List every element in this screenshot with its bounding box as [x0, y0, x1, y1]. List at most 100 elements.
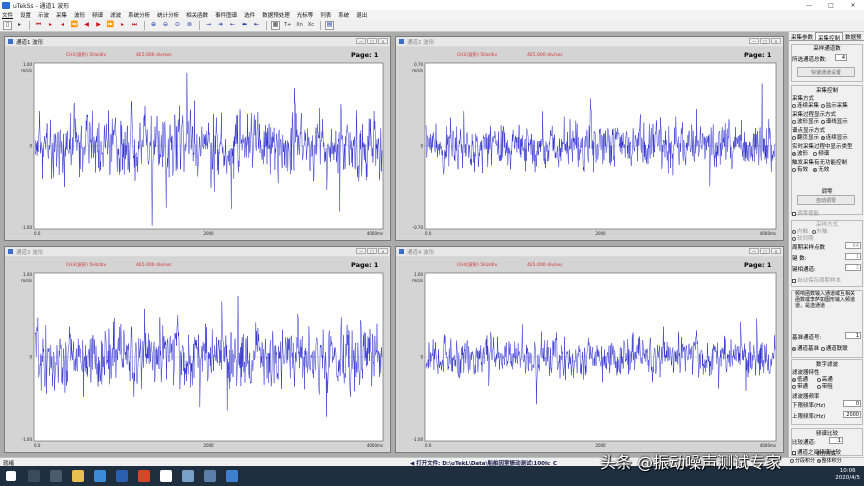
- zoom-fit-icon[interactable]: ⊙: [173, 21, 182, 30]
- wave-window-ch4[interactable]: 通道4 波形 — □ × CH4(波形) 5Hz/div 4E5.000 div/se…: [395, 246, 784, 453]
- menu-waveform[interactable]: 波形: [74, 11, 85, 19]
- win-close-button[interactable]: ×: [378, 38, 388, 44]
- radio-trigger-on[interactable]: [792, 167, 796, 172]
- radio-bandstop[interactable]: [816, 384, 821, 389]
- task-view-icon[interactable]: [50, 470, 62, 482]
- zoom-out-icon[interactable]: ⊖: [161, 21, 170, 30]
- radio-segment-integral[interactable]: [790, 458, 794, 463]
- wave-window-titlebar[interactable]: 通道2 波形: [396, 37, 783, 46]
- tab-acq-params[interactable]: 采集参数: [789, 32, 815, 41]
- powerpoint-icon[interactable]: [138, 470, 150, 482]
- zoom-in-icon[interactable]: ⊕: [149, 21, 158, 30]
- search-icon[interactable]: [28, 470, 40, 482]
- menu-file[interactable]: 文件: [2, 11, 13, 19]
- arrow-right-icon[interactable]: →: [204, 21, 213, 30]
- radio-wave-display[interactable]: [792, 119, 796, 124]
- app-icon-2[interactable]: [160, 470, 172, 482]
- play-icon[interactable]: ▸: [46, 21, 55, 30]
- menu-stat-analysis[interactable]: 统计分析: [157, 11, 179, 19]
- win-max-button[interactable]: □: [367, 38, 377, 44]
- radio-sync[interactable]: [792, 236, 796, 241]
- auto-zero-button[interactable]: 自动调零: [797, 195, 855, 205]
- menu-preprocess[interactable]: 数据预处理: [262, 11, 290, 19]
- radio-whole-integral[interactable]: [816, 458, 821, 463]
- rewind-icon[interactable]: ⏪: [70, 21, 79, 30]
- fast-forward-icon[interactable]: ⏩: [106, 21, 115, 30]
- radio-rt-wave[interactable]: [792, 151, 796, 156]
- wave-window-ch3[interactable]: 通道3 波形 — □ × CH3(波形) 5Hz/div 4E5.000 div/se…: [4, 246, 391, 453]
- menu-system[interactable]: 系统: [338, 11, 349, 19]
- zoom-x-icon[interactable]: ⊚: [185, 21, 194, 30]
- win-min-button[interactable]: —: [356, 38, 366, 44]
- arrow-right-fast-icon[interactable]: ➔: [216, 21, 225, 30]
- last-icon[interactable]: ⏭: [130, 21, 139, 30]
- tab-acq-control[interactable]: 采集控制: [815, 32, 844, 42]
- menu-cursor[interactable]: 光标等: [297, 11, 314, 19]
- radio-internal[interactable]: [792, 229, 796, 234]
- start-icon[interactable]: [6, 471, 16, 481]
- wave-window-ch2[interactable]: 通道2 波形 — □ × CH2(波形) 5Hz/div 4E5.000 div/se…: [395, 36, 784, 241]
- menu-acquire[interactable]: 采集: [56, 11, 67, 19]
- win-max-button[interactable]: □: [760, 248, 770, 254]
- first-icon[interactable]: ⏮: [34, 21, 43, 30]
- close-button[interactable]: ✕: [842, 0, 864, 10]
- low-freq-input[interactable]: 0: [843, 400, 861, 407]
- radio-channel-ref[interactable]: [792, 346, 796, 351]
- radio-page[interactable]: [792, 135, 796, 140]
- cursor-t-button[interactable]: T+: [283, 21, 292, 30]
- radio-continuous[interactable]: [792, 103, 796, 108]
- zero-enable-checkbox[interactable]: [792, 211, 796, 216]
- win-close-button[interactable]: ×: [771, 38, 781, 44]
- chart-icon[interactable]: ▤: [325, 20, 335, 30]
- cursor-xn-button[interactable]: Xn: [295, 21, 304, 30]
- wave-window-titlebar[interactable]: 通道3 波形: [5, 247, 390, 256]
- app-icon-5[interactable]: [226, 470, 238, 482]
- key-channel-input[interactable]: 1: [845, 264, 861, 271]
- radio-lowpass[interactable]: [792, 377, 796, 382]
- compare-input[interactable]: 1: [829, 437, 843, 444]
- arrow-left-icon[interactable]: ←: [228, 21, 237, 30]
- forward-step-icon[interactable]: ▶: [94, 21, 103, 30]
- win-max-button[interactable]: □: [760, 38, 770, 44]
- wave-window-titlebar[interactable]: 通道1 波形: [5, 37, 390, 46]
- system-clock[interactable]: 10:06 2020/4/5: [835, 468, 860, 482]
- shrink-icon[interactable]: ⇤: [252, 21, 261, 30]
- menu-spectrum[interactable]: 频谱: [92, 11, 103, 19]
- radio-channel-link[interactable]: [820, 346, 825, 351]
- win-min-button[interactable]: —: [749, 248, 759, 254]
- open-icon[interactable]: ▸: [15, 21, 24, 30]
- new-icon[interactable]: ▯: [3, 20, 12, 30]
- menu-correlation[interactable]: 相关函数: [186, 11, 208, 19]
- radio-line-display[interactable]: [820, 119, 825, 124]
- menu-options[interactable]: 选件: [244, 11, 255, 19]
- win-min-button[interactable]: —: [749, 38, 759, 44]
- menu-settings[interactable]: 设置: [20, 11, 31, 19]
- quick-channel-button[interactable]: 快速通道设置: [797, 67, 855, 77]
- grid-icon[interactable]: ▦: [271, 20, 280, 30]
- app-icon-1[interactable]: [94, 470, 106, 482]
- radio-continuous-display[interactable]: [820, 135, 825, 140]
- wave-window-titlebar[interactable]: 通道4 波形: [396, 247, 783, 256]
- cursor-xc-button[interactable]: Xc: [307, 21, 315, 30]
- wave-window-ch1[interactable]: 通道1 波形 — □ × CH1(波形) 5Hz/div 4E5.000 div/se…: [4, 36, 391, 241]
- menu-oscilloscope[interactable]: 示波: [38, 11, 49, 19]
- win-close-button[interactable]: ×: [378, 248, 388, 254]
- back-step-icon[interactable]: ◀: [82, 21, 91, 30]
- ref-channel-input[interactable]: 1: [845, 332, 861, 339]
- prev-icon[interactable]: ◂: [58, 21, 67, 30]
- radio-monitor[interactable]: [820, 103, 825, 108]
- app-icon-3[interactable]: [182, 470, 194, 482]
- menu-list[interactable]: 列表: [320, 11, 331, 19]
- maximize-button[interactable]: □: [820, 0, 842, 10]
- word-icon[interactable]: [116, 470, 128, 482]
- key-count-input[interactable]: 1: [845, 253, 861, 260]
- app-icon-4[interactable]: [204, 470, 216, 482]
- cycle-input[interactable]: 64: [845, 242, 861, 249]
- next-icon[interactable]: ▸: [118, 21, 127, 30]
- radio-bandpass[interactable]: [792, 384, 796, 389]
- menu-exit[interactable]: 退出: [356, 11, 367, 19]
- win-close-button[interactable]: ×: [771, 248, 781, 254]
- auto-hold-checkbox[interactable]: [792, 278, 796, 283]
- arrow-left-fast-icon[interactable]: ⬅: [240, 21, 249, 30]
- menu-event-map[interactable]: 事件图谱: [215, 11, 237, 19]
